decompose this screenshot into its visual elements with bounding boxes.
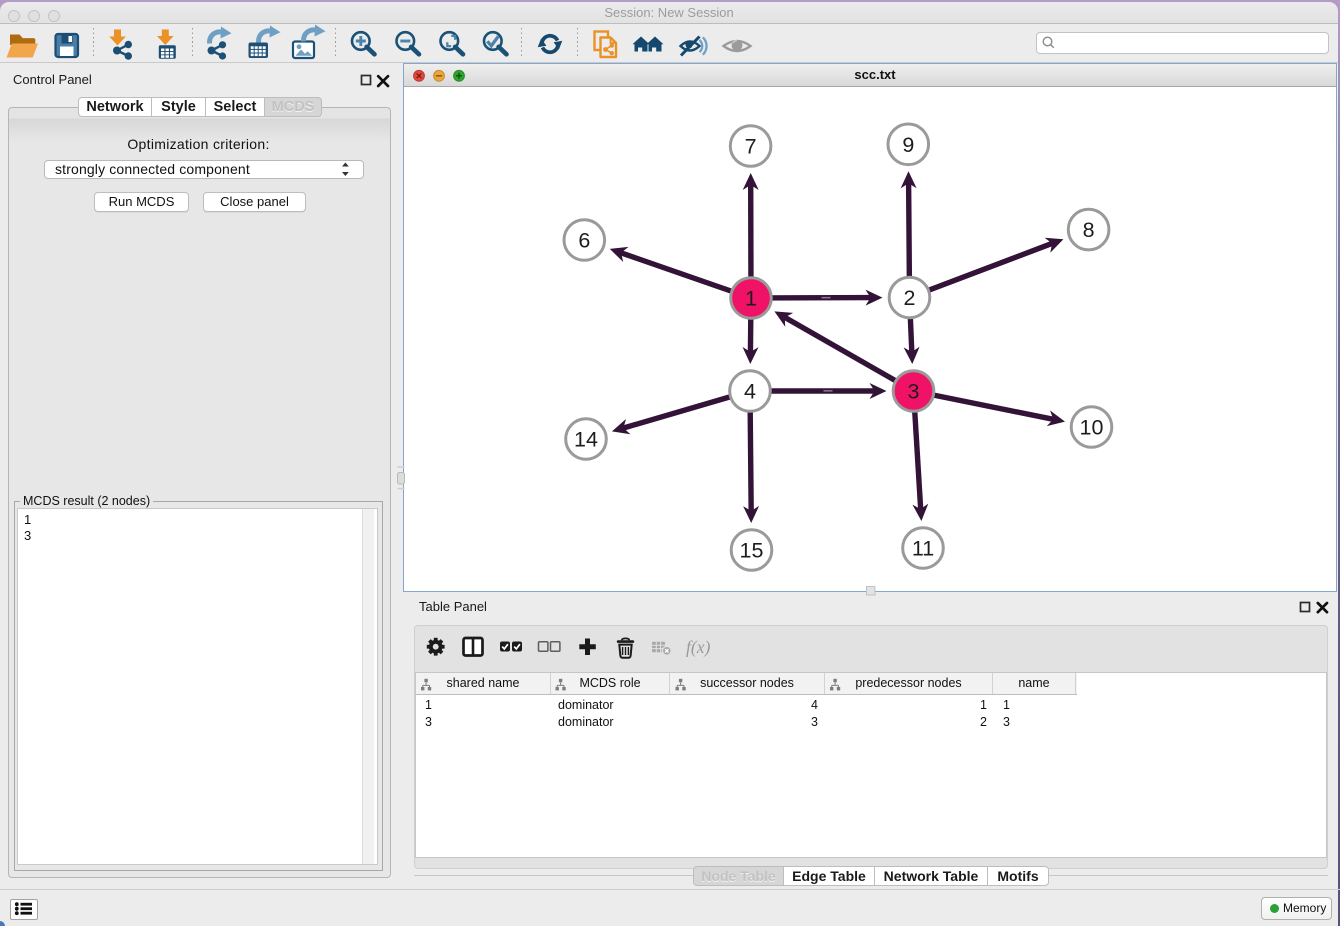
svg-text:6: 6 [578,229,590,253]
svg-text:1: 1 [745,287,757,311]
svg-text:4: 4 [744,380,756,404]
svg-text:14: 14 [574,428,598,452]
svg-text:3: 3 [908,380,920,404]
svg-text:15: 15 [740,539,764,563]
svg-text:2: 2 [904,286,916,310]
svg-text:7: 7 [745,135,757,159]
svg-text:8: 8 [1083,218,1095,242]
svg-text:9: 9 [902,133,914,157]
svg-text:10: 10 [1080,416,1104,440]
svg-text:11: 11 [912,537,934,561]
